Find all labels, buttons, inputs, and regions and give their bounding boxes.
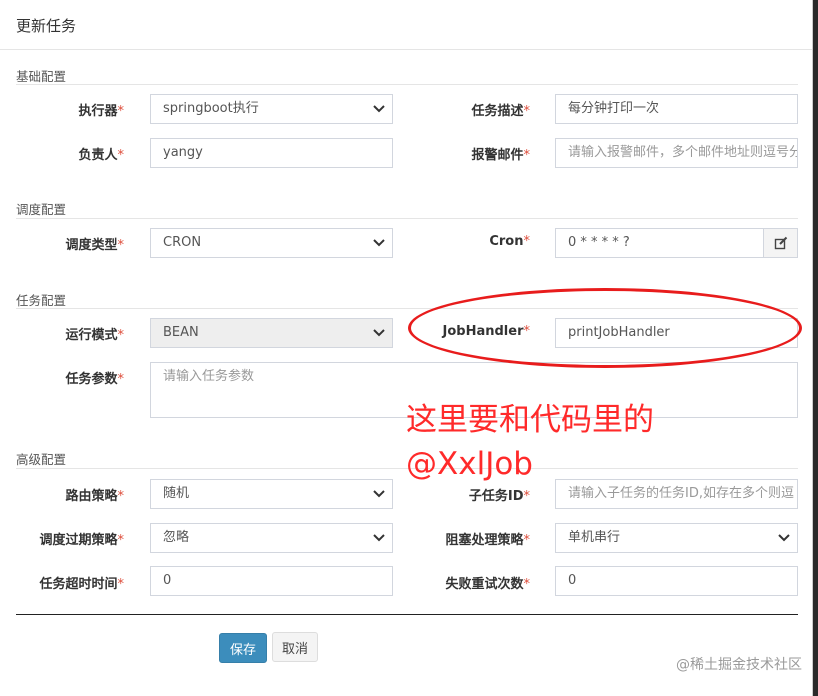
chevron-down-icon xyxy=(373,105,385,113)
retry-count-input[interactable]: 0 xyxy=(555,566,798,596)
author-input[interactable]: yangy xyxy=(150,138,393,168)
section-basic-title: 基础配置 xyxy=(16,69,67,84)
section-advanced-title: 高级配置 xyxy=(16,452,67,467)
footer-divider xyxy=(16,614,798,615)
alarm-email-label: 报警邮件* xyxy=(471,148,530,163)
edit-icon xyxy=(774,236,787,250)
cron-input[interactable]: 0 * * * * ? xyxy=(555,228,764,258)
misfire-strategy-select[interactable]: 忽略 xyxy=(150,523,393,553)
schedule-type-label: 调度类型* xyxy=(65,238,124,253)
section-divider xyxy=(16,218,798,219)
block-strategy-label: 阻塞处理策略* xyxy=(445,533,530,548)
job-param-label: 任务参数* xyxy=(65,372,124,387)
cron-edit-button[interactable] xyxy=(763,228,798,258)
route-strategy-label: 路由策略* xyxy=(65,489,124,504)
cron-label: Cron* xyxy=(489,234,530,249)
alarm-email-input[interactable]: 请输入报警邮件，多个邮件地址则逗号分 xyxy=(555,138,798,168)
block-strategy-select[interactable]: 单机串行 xyxy=(555,523,798,553)
retry-count-label: 失败重试次数* xyxy=(445,577,530,592)
run-mode-label: 运行模式* xyxy=(65,328,124,343)
dialog-title: 更新任务 xyxy=(0,0,812,50)
chevron-down-icon xyxy=(778,534,790,542)
run-mode-select[interactable]: BEAN xyxy=(150,318,393,348)
job-desc-input[interactable]: 每分钟打印一次 xyxy=(555,94,798,124)
save-button[interactable]: 保存 xyxy=(219,633,267,663)
watermark-text: @稀土掘金技术社区 xyxy=(676,657,802,673)
chevron-down-icon xyxy=(373,329,385,337)
timeout-input[interactable]: 0 xyxy=(150,566,393,596)
job-desc-label: 任务描述* xyxy=(471,104,530,119)
chevron-down-icon xyxy=(373,490,385,498)
chevron-down-icon xyxy=(373,239,385,247)
annotation-line-1: 这里要和代码里的 xyxy=(406,402,654,438)
section-divider xyxy=(16,84,798,85)
executor-select[interactable]: springboot执行 xyxy=(150,94,393,124)
route-strategy-select[interactable]: 随机 xyxy=(150,479,393,509)
executor-label: 执行器* xyxy=(78,104,124,119)
cancel-button[interactable]: 取消 xyxy=(272,632,318,662)
annotation-ellipse xyxy=(408,288,802,368)
misfire-strategy-label: 调度过期策略* xyxy=(39,533,124,548)
chevron-down-icon xyxy=(373,534,385,542)
section-task-title: 任务配置 xyxy=(16,293,67,308)
annotation-line-2: @XxlJob xyxy=(406,446,533,482)
section-schedule-title: 调度配置 xyxy=(16,202,67,217)
child-job-id-label: 子任务ID* xyxy=(468,489,530,504)
annotation-text: 这里要和代码里的 @XxlJob xyxy=(406,398,654,486)
timeout-label: 任务超时时间* xyxy=(39,577,124,592)
schedule-type-select[interactable]: CRON xyxy=(150,228,393,258)
author-label: 负责人* xyxy=(78,148,124,163)
